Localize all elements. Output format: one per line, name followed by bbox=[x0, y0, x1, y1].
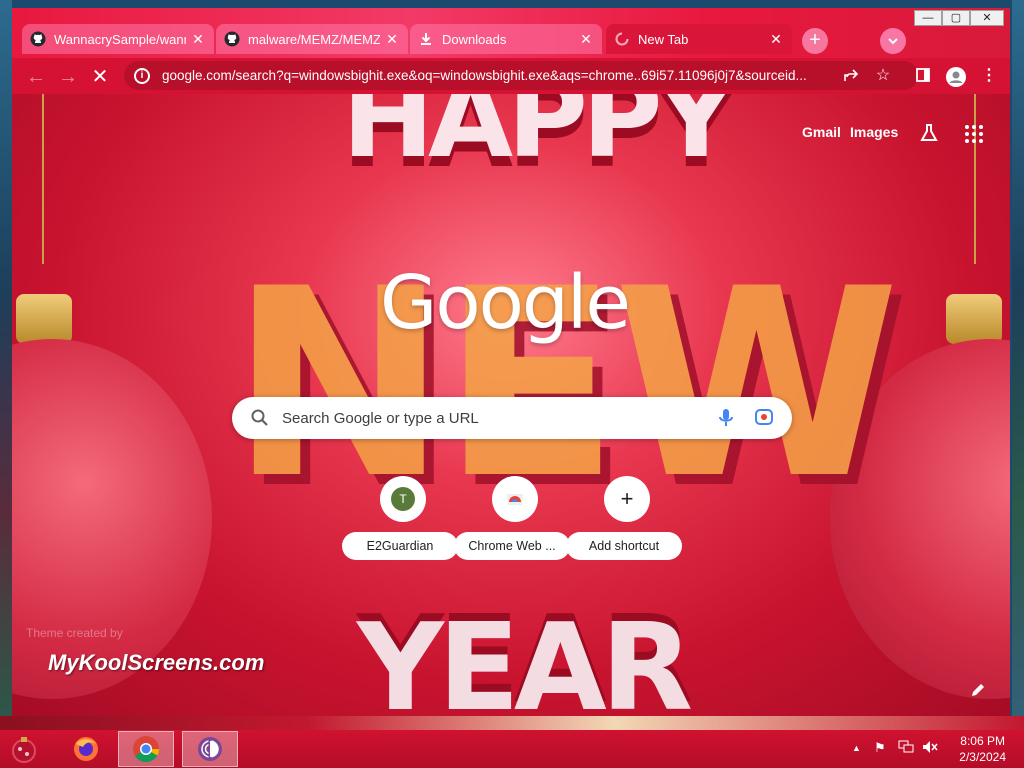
taskbar-firefox[interactable] bbox=[58, 731, 114, 767]
tab-strip: WannacrySample/wann... ✕ malware/MEMZ/ME… bbox=[12, 8, 1010, 58]
firefox-icon bbox=[74, 737, 98, 761]
tab-title: New Tab bbox=[638, 31, 689, 47]
clock-date: 2/3/2024 bbox=[959, 750, 1006, 764]
loading-icon bbox=[614, 31, 630, 47]
menu-kebab-icon[interactable]: ⋮ bbox=[980, 67, 998, 85]
theme-credit: Theme created by bbox=[26, 626, 123, 640]
chevron-down-icon bbox=[888, 38, 898, 45]
tab-search-button[interactable] bbox=[880, 28, 906, 54]
labs-flask-icon[interactable] bbox=[918, 122, 940, 144]
letter-avatar-icon: T bbox=[391, 487, 415, 511]
close-tab-icon[interactable]: ✕ bbox=[578, 31, 594, 47]
side-panel-icon[interactable] bbox=[914, 67, 932, 85]
chrome-icon bbox=[133, 736, 160, 763]
watermark-text: MyKoolScreens.com bbox=[48, 650, 265, 675]
shortcut-label: E2Guardian bbox=[342, 532, 458, 560]
lens-search-icon[interactable] bbox=[754, 407, 776, 429]
taskbar: ▲ ⚑ 8:06 PM 2/3/2024 bbox=[0, 730, 1024, 768]
desktop-background-bottom bbox=[0, 716, 1024, 730]
chrome-webstore-icon bbox=[504, 486, 526, 513]
images-link[interactable]: Images bbox=[850, 124, 898, 140]
url-text[interactable]: google.com/search?q=windowsbighit.exe&oq… bbox=[162, 68, 908, 83]
tab-title: WannacrySample/wann... bbox=[54, 31, 186, 47]
tab-title: Downloads bbox=[442, 31, 507, 47]
ornament-cap bbox=[16, 294, 72, 344]
minimize-button[interactable]: — bbox=[914, 10, 942, 26]
ornament-string bbox=[974, 94, 976, 264]
tab-title: malware/MEMZ/MEMZ... bbox=[248, 31, 380, 47]
shortcut-chrome-web-store[interactable]: Chrome Web ... bbox=[454, 474, 570, 564]
search-icon bbox=[250, 408, 270, 428]
desktop-background-left bbox=[0, 0, 12, 730]
back-button[interactable]: ← bbox=[24, 65, 48, 89]
desktop-background-right bbox=[1012, 0, 1024, 730]
year-letters: YEAR bbox=[357, 599, 693, 716]
ornament-string bbox=[42, 94, 44, 264]
customize-pencil-icon[interactable] bbox=[964, 676, 992, 704]
github-icon bbox=[30, 31, 46, 47]
share-icon[interactable] bbox=[842, 67, 860, 85]
close-window-button[interactable]: ✕ bbox=[970, 10, 1004, 26]
close-tab-icon[interactable]: ✕ bbox=[768, 31, 784, 47]
tab-downloads[interactable]: Downloads ✕ bbox=[410, 24, 602, 54]
search-input[interactable]: Search Google or type a URL bbox=[282, 410, 718, 427]
tab-wannacry[interactable]: WannacrySample/wann... ✕ bbox=[22, 24, 214, 54]
start-orb-icon bbox=[12, 737, 36, 763]
clock-time: 8:06 PM bbox=[960, 734, 1005, 748]
maximize-button[interactable]: ▢ bbox=[942, 10, 970, 26]
show-hidden-icons-icon[interactable]: ▲ bbox=[852, 743, 861, 753]
voice-search-icon[interactable] bbox=[718, 407, 738, 429]
close-tab-icon[interactable]: ✕ bbox=[384, 31, 400, 47]
gmail-link[interactable]: Gmail bbox=[802, 124, 841, 140]
ornament-cap bbox=[946, 294, 1002, 344]
action-center-flag-icon[interactable]: ⚑ bbox=[874, 740, 886, 756]
shortcut-label: Chrome Web ... bbox=[454, 532, 570, 560]
tor-icon bbox=[198, 737, 222, 761]
tab-new-tab[interactable]: New Tab ✕ bbox=[606, 24, 792, 54]
forward-button[interactable]: → bbox=[56, 65, 80, 89]
shortcut-tile bbox=[492, 476, 538, 522]
shortcut-tile: T bbox=[380, 476, 426, 522]
shortcut-tile: + bbox=[604, 476, 650, 522]
volume-muted-icon[interactable] bbox=[922, 740, 938, 757]
add-shortcut[interactable]: + Add shortcut bbox=[566, 474, 682, 564]
address-bar[interactable]: i google.com/search?q=windowsbighit.exe&… bbox=[124, 61, 918, 90]
happy-letters: HAPPY bbox=[342, 94, 736, 182]
stop-loading-button[interactable]: ✕ bbox=[88, 65, 112, 89]
close-tab-icon[interactable]: ✕ bbox=[190, 31, 206, 47]
network-icon[interactable] bbox=[898, 740, 914, 757]
download-icon bbox=[418, 31, 434, 47]
new-tab-page: HAPPY NEW YEAR Gmail Images Google Searc… bbox=[12, 94, 1010, 716]
shortcut-label: Add shortcut bbox=[566, 532, 682, 560]
start-button[interactable] bbox=[0, 731, 48, 767]
plus-icon: + bbox=[620, 486, 634, 511]
tab-memz[interactable]: malware/MEMZ/MEMZ... ✕ bbox=[216, 24, 408, 54]
apps-grid-icon[interactable] bbox=[964, 124, 984, 144]
search-box[interactable]: Search Google or type a URL bbox=[232, 397, 792, 439]
site-info-icon[interactable]: i bbox=[134, 67, 150, 84]
taskbar-chrome[interactable] bbox=[118, 731, 174, 767]
bookmark-star-icon[interactable]: ☆ bbox=[874, 67, 892, 85]
new-tab-button[interactable]: + bbox=[802, 28, 828, 54]
profile-avatar-icon[interactable] bbox=[946, 67, 966, 87]
taskbar-clock[interactable]: 8:06 PM 2/3/2024 bbox=[959, 733, 1006, 765]
github-icon bbox=[224, 31, 240, 47]
chrome-window: WannacrySample/wann... ✕ malware/MEMZ/ME… bbox=[12, 8, 1010, 716]
taskbar-tor[interactable] bbox=[182, 731, 238, 767]
shortcut-e2guardian[interactable]: T E2Guardian bbox=[342, 474, 458, 564]
google-logo: Google bbox=[380, 260, 631, 346]
ornament-left bbox=[12, 339, 212, 699]
